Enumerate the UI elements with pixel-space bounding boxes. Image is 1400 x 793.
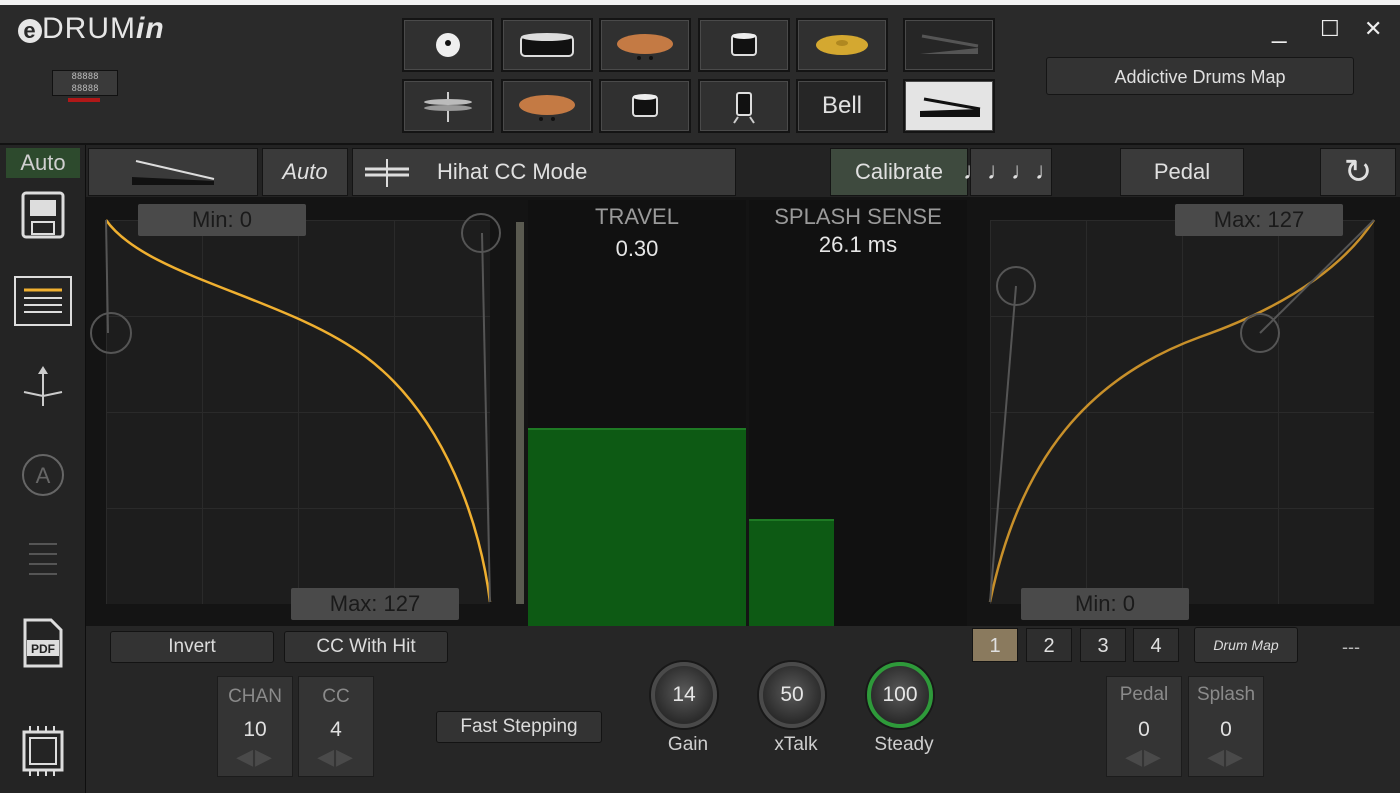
- steady-knob[interactable]: 100: [867, 662, 933, 728]
- pad-crash[interactable]: [599, 18, 691, 72]
- led-display: 88888 88888: [52, 70, 118, 96]
- music-notes-icon: ♩♩♩♩: [963, 158, 1059, 185]
- pad-bell[interactable]: Bell: [796, 79, 888, 133]
- pdf-label: PDF: [31, 642, 55, 656]
- splash-value: 26.1 ms: [818, 232, 898, 257]
- app-logo: e DRUMin: [18, 12, 165, 46]
- pad-hihat[interactable]: [402, 79, 494, 133]
- pedal-icon: [920, 34, 979, 54]
- auto-badge[interactable]: Auto: [6, 148, 80, 178]
- left-min-label: Min: 0: [138, 204, 306, 236]
- cc-arrows[interactable]: ◀▶: [298, 744, 374, 770]
- calibrate-button[interactable]: Calibrate: [830, 148, 968, 196]
- slot-button-1[interactable]: 1: [972, 628, 1018, 662]
- bell-label: Bell: [821, 92, 863, 119]
- cc-value: 4: [330, 718, 342, 741]
- pad-hihat-pedal[interactable]: [402, 18, 494, 72]
- fast-stepping-button[interactable]: Fast Stepping: [436, 711, 602, 743]
- travel-strip[interactable]: [516, 222, 524, 604]
- pedal-type-button[interactable]: [88, 148, 258, 196]
- hihat-cc-mode[interactable]: Hihat CC Mode: [352, 148, 736, 196]
- pad-crash-2[interactable]: [501, 79, 593, 133]
- notes-button[interactable]: ♩♩♩♩: [963, 148, 1059, 196]
- pedal-icon: [132, 160, 215, 185]
- xtalk-knob[interactable]: 50: [759, 662, 825, 728]
- pdf-icon[interactable]: PDF: [14, 614, 72, 672]
- left-max-label: Max: 127: [291, 588, 459, 620]
- maximize-button[interactable]: ☐: [1320, 16, 1340, 42]
- invert-button[interactable]: Invert: [110, 631, 274, 663]
- list-icon[interactable]: [14, 276, 72, 326]
- led-indicator: [68, 98, 100, 102]
- gain-label: Gain: [667, 734, 709, 755]
- xtalk-label: xTalk: [774, 734, 818, 755]
- chip-icon[interactable]: [14, 722, 72, 780]
- pedal-icon: [920, 97, 981, 117]
- save-icon[interactable]: [14, 186, 72, 244]
- refresh-button[interactable]: ↻: [1320, 148, 1396, 196]
- kick-drum-icon: [520, 33, 574, 57]
- pedal-box-label: Pedal: [1119, 684, 1169, 705]
- slot-button-2[interactable]: 2: [1026, 628, 1072, 662]
- drum-map-button[interactable]: Drum Map: [1194, 627, 1298, 663]
- svg-text:A: A: [36, 463, 51, 488]
- cc-with-hit-button[interactable]: CC With Hit: [284, 631, 448, 663]
- ride-cymbal-icon: [816, 35, 868, 55]
- chan-label: CHAN: [228, 686, 282, 707]
- right-max-label: Max: 127: [1175, 204, 1343, 236]
- crash-cymbal-icon: [617, 34, 673, 60]
- hihat-icon: [424, 92, 472, 122]
- pad-floor-tom[interactable]: [698, 79, 790, 133]
- chan-arrows[interactable]: ◀▶: [217, 744, 293, 770]
- routing-icon[interactable]: [14, 360, 72, 418]
- pedal-arrows[interactable]: ◀▶: [1106, 744, 1182, 770]
- chan-value: 10: [243, 718, 267, 741]
- travel-label: TRAVEL: [595, 204, 679, 229]
- addictive-drums-map-button[interactable]: Addictive Drums Map: [1046, 57, 1354, 95]
- hihat-icon: [365, 159, 409, 187]
- logo-suffix: in: [136, 12, 165, 45]
- logo-e: e: [18, 19, 42, 43]
- travel-value: 0.30: [615, 236, 659, 261]
- floor-tom-icon: [733, 92, 755, 124]
- mode-label: Hihat CC Mode: [437, 159, 588, 184]
- splash-label: SPLASH SENSE: [774, 204, 942, 229]
- gain-knob[interactable]: 14: [651, 662, 717, 728]
- minimize-button[interactable]: _: [1272, 14, 1286, 45]
- snare-drum-icon: [632, 94, 658, 117]
- left-curve: [90, 213, 501, 603]
- steady-label: Steady: [874, 734, 934, 755]
- led-row: 88888: [71, 84, 99, 94]
- pad-tom[interactable]: [698, 18, 790, 72]
- stick-icon: [436, 33, 460, 57]
- crash-cymbal-icon: [519, 95, 575, 121]
- automation-icon[interactable]: A: [14, 446, 72, 504]
- levels-icon[interactable]: [14, 530, 72, 588]
- cc-label: CC: [322, 686, 350, 707]
- refresh-icon: ↻: [1343, 153, 1373, 191]
- auto-button[interactable]: Auto: [262, 148, 348, 196]
- pad-snare[interactable]: [599, 79, 691, 133]
- close-button[interactable]: ✕: [1364, 16, 1382, 42]
- pad-kick[interactable]: [501, 18, 593, 72]
- right-min-label: Min: 0: [1021, 588, 1189, 620]
- tom-drum-icon: [731, 33, 757, 56]
- pedal-box-value: 0: [1138, 718, 1150, 741]
- dashes-indicator: ---: [1342, 637, 1360, 657]
- right-curve: [988, 219, 1376, 603]
- splash-box-label: Splash: [1196, 684, 1256, 705]
- splash-bar: [749, 519, 834, 626]
- splash-box-value: 0: [1220, 718, 1232, 741]
- slot-button-4[interactable]: 4: [1133, 628, 1179, 662]
- led-row: 88888: [71, 72, 99, 82]
- slot-button-3[interactable]: 3: [1080, 628, 1126, 662]
- logo-main: DRUM: [42, 12, 136, 45]
- pedal-button[interactable]: Pedal: [1120, 148, 1244, 196]
- travel-bar: [528, 428, 746, 626]
- pad-ride[interactable]: [796, 18, 888, 72]
- pad-pedal-alt[interactable]: [903, 18, 995, 72]
- splash-arrows[interactable]: ◀▶: [1188, 744, 1264, 770]
- pad-pedal-selected[interactable]: [903, 79, 995, 133]
